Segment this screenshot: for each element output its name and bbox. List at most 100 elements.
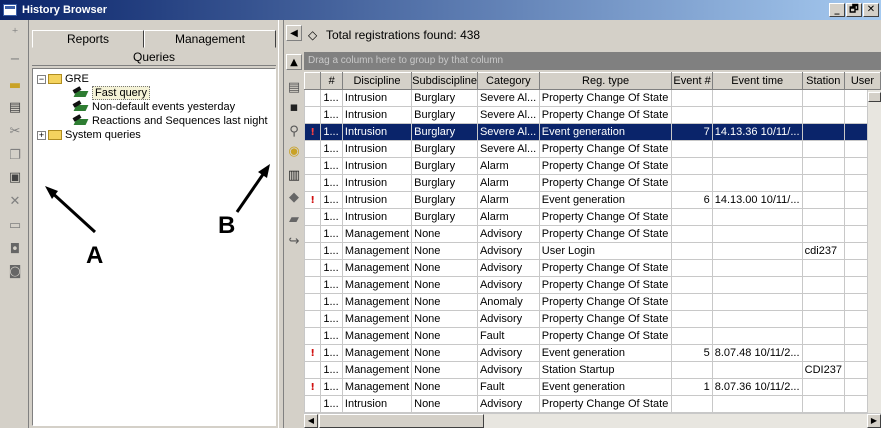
cell-discipline: Management [341,259,413,277]
cell-num: 1... [320,208,343,226]
page-icon[interactable]: ▤ [286,80,302,96]
cell-reg-type: Event generation [538,344,673,362]
cell-event-no [671,293,713,311]
column-header[interactable]: # [320,72,343,90]
cell-category: Advisory [476,225,540,243]
table-row[interactable]: 1... Management None Advisory Property Chang… [304,310,881,328]
cell-reg-type: Property Change Of State [538,327,673,345]
cell-discipline: Intrusion [341,106,413,124]
results-table: # Discipline Subdiscipline Category Reg. typ… [304,72,881,428]
cell-event-no [671,208,713,226]
column-header[interactable]: Event time [711,72,803,90]
horizontal-scroll-thumb[interactable] [319,414,484,428]
cell-event-no [671,276,713,294]
scroll-thumb[interactable] [868,92,881,102]
cell-category: Advisory [476,242,540,260]
event-flag-icon [304,157,322,175]
table-row[interactable]: 1... Intrusion Burglary Severe Al... Propert… [304,140,881,158]
table-row[interactable]: 1... Management None Advisory Property Chang… [304,276,881,294]
cell-discipline: Management [341,225,413,243]
event-flag-icon [304,225,322,243]
cell-subdiscipline: None [411,225,478,243]
filter-icon[interactable]: ⚲ [286,124,302,140]
cell-category: Alarm [476,191,540,209]
horizontal-scrollbar[interactable]: ◀ ▶ [304,413,881,428]
table-row[interactable]: 1... Management None Advisory Property Chang… [304,225,881,243]
group-by-area[interactable]: Drag a column here to group by that colu… [304,52,881,70]
cell-reg-type: Event generation [538,123,673,141]
column-header[interactable]: Event # [671,72,713,90]
cell-discipline: Management [341,242,413,260]
cell-station [801,225,845,243]
cell-num: 1... [320,242,343,260]
column-header[interactable]: User [843,72,881,90]
table-row[interactable]: 1... Management None Anomaly Property Change… [304,293,881,311]
acknowledge-icon[interactable]: ◉ [286,144,302,160]
table-row[interactable]: ! 1... Management None Fault Event generation… [304,378,881,396]
save-icon[interactable]: ▪ [286,100,302,116]
cell-num: 1... [320,140,343,158]
cell-category: Fault [476,378,540,396]
table-row[interactable]: ! 1... Intrusion Burglary Severe Al... Event … [304,123,881,141]
cell-subdiscipline: None [411,378,478,396]
cell-event-time [711,361,803,379]
table-row[interactable]: 1... Intrusion Burglary Severe Al... Propert… [304,106,881,124]
table-row[interactable]: ! 1... Intrusion Burglary Alarm Event generat… [304,191,881,209]
cell-station [801,293,845,311]
cell-subdiscipline: None [411,293,478,311]
vertical-scrollbar[interactable] [867,90,881,428]
cell-discipline: Management [341,344,413,362]
tag-icon[interactable]: ◆ [286,190,302,206]
cell-reg-type: Event generation [538,378,673,396]
cell-event-time: 14.13.00 10/11/... [711,191,803,209]
table-row[interactable]: 1... Intrusion Burglary Severe Al... Propert… [304,89,881,107]
link-icon[interactable]: ↪ [286,234,302,250]
cell-event-no [671,106,713,124]
cell-category: Alarm [476,157,540,175]
cell-event-time [711,157,803,175]
cell-reg-type: Property Change Of State [538,259,673,277]
arrow-a [47,188,97,234]
event-flag-icon [304,259,322,277]
column-header[interactable] [304,72,322,90]
table-row[interactable]: 1... Management None Advisory Station Startu… [304,361,881,379]
total-registrations-label: Total registrations found: 438 [326,28,481,42]
table-row[interactable]: 1... Intrusion Burglary Alarm Property Chang… [304,174,881,192]
table-row[interactable]: 1... Intrusion Burglary Alarm Property Chang… [304,157,881,175]
cell-subdiscipline: None [411,344,478,362]
cell-event-no [671,327,713,345]
scroll-top-icon[interactable]: ▲ [286,54,302,70]
print-icon[interactable]: ▰ [286,212,302,228]
table-row[interactable]: ! 1... Management None Advisory Event generat… [304,344,881,362]
collapse-icon[interactable]: ◀ [286,25,302,41]
column-header[interactable]: Discipline [341,72,413,90]
table-row[interactable]: 1... Management None Advisory Property Chang… [304,259,881,277]
cell-event-time [711,293,803,311]
cell-num: 1... [320,174,343,192]
event-flag-icon [304,89,322,107]
scroll-right-icon[interactable]: ▶ [867,414,881,428]
cell-subdiscipline: None [411,242,478,260]
column-header[interactable]: Station [801,72,845,90]
scroll-left-icon[interactable]: ◀ [304,414,318,428]
cell-category: Fault [476,327,540,345]
table-row[interactable]: 1... Management None Fault Property Change O… [304,327,881,345]
event-flag-icon: ! [304,191,322,209]
cell-discipline: Management [341,327,413,345]
cell-category: Alarm [476,208,540,226]
event-flag-icon [304,140,322,158]
table-row[interactable]: 1... Intrusion Burglary Alarm Property Chang… [304,208,881,226]
cell-station: cdi237 [801,242,845,260]
column-header[interactable]: Reg. type [538,72,673,90]
table-row[interactable]: 1...IntrusionNoneAdvisoryProperty Change… [304,395,881,413]
column-header[interactable]: Subdiscipline [411,72,478,90]
column-header[interactable]: Category [476,72,540,90]
columns-icon[interactable]: ▥ [286,168,302,184]
cell-subdiscipline: Burglary [411,157,478,175]
cell-station [801,106,845,124]
cell-event-no: 5 [671,344,713,362]
cell-event-time [711,259,803,277]
cell-station [801,123,845,141]
table-row[interactable]: 1... Management None Advisory User Login cdi2… [304,242,881,260]
cell-event-no [671,242,713,260]
